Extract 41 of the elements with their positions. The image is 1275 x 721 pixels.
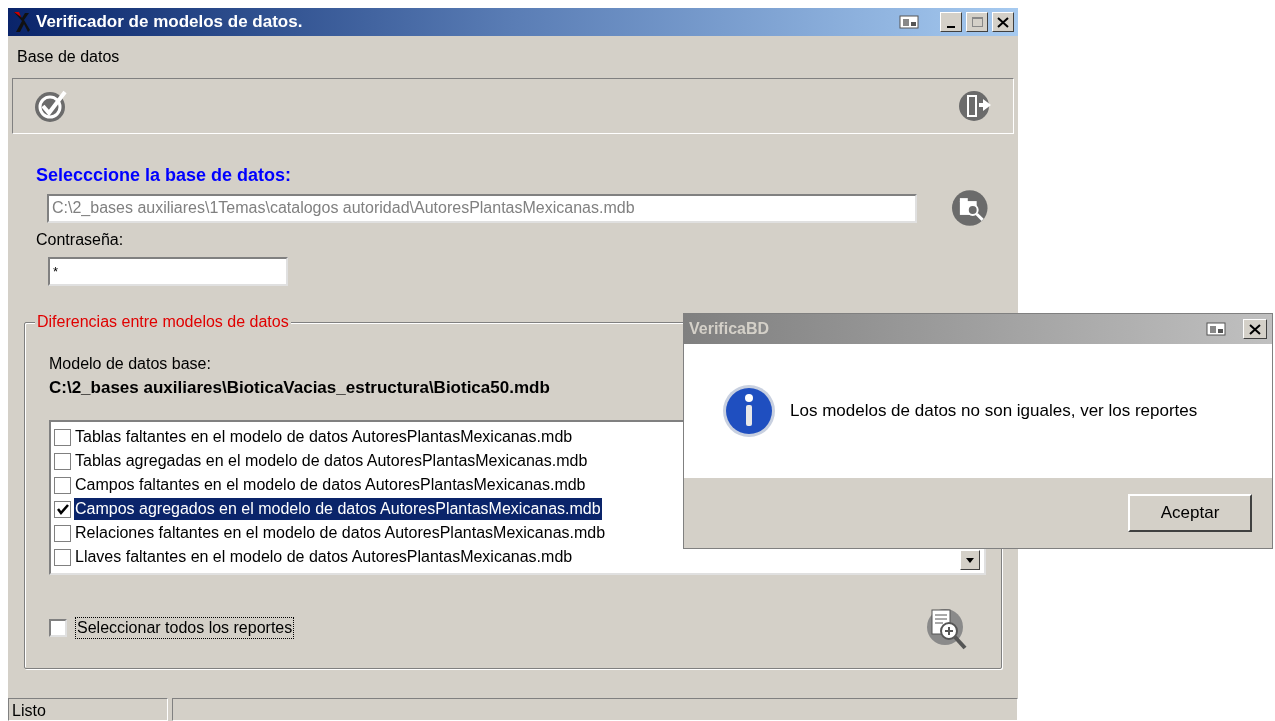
- status-text: Listo: [8, 698, 168, 721]
- app-icon: [12, 11, 32, 33]
- maximize-button[interactable]: [966, 12, 988, 32]
- report-item[interactable]: Relaciones faltantes en el modelo de datos AutoresPlantasMexicanas.mdb: [74, 522, 607, 544]
- report-checkbox[interactable]: [54, 428, 71, 446]
- database-path-field[interactable]: C:\2_bases auxiliares\1Temas\catalogos autoridad\AutoresPlantasMexicanas.mdb: [47, 193, 918, 223]
- report-checkbox[interactable]: [54, 452, 71, 470]
- report-item[interactable]: Llaves faltantes en el modelo de datos AutoresPlantasMexicanas.mdb: [74, 546, 574, 568]
- password-label: Contraseña:: [36, 230, 125, 250]
- dialog-message: Los modelos de datos no son iguales, ver los reportes: [790, 400, 1198, 423]
- exit-door-icon[interactable]: [957, 88, 993, 124]
- base-model-path: C:\2_bases auxiliares\BioticaVacias_estructura\Biotica50.mdb: [49, 377, 551, 399]
- verify-check-icon[interactable]: [33, 88, 69, 124]
- accept-button[interactable]: Aceptar: [1128, 494, 1252, 532]
- menu-item[interactable]: Base de datos: [17, 45, 120, 69]
- close-button[interactable]: [1243, 319, 1267, 339]
- base-model-label: Modelo de datos base:: [49, 354, 212, 374]
- report-checkbox[interactable]: [54, 500, 71, 518]
- close-icon: [997, 16, 1009, 28]
- browse-search-icon[interactable]: [950, 188, 990, 228]
- dialog-title: VerificaBD: [689, 319, 771, 339]
- report-checkbox[interactable]: [54, 476, 71, 494]
- report-checkbox[interactable]: [54, 548, 71, 566]
- select-all-label[interactable]: Seleccionar todos los reportes: [75, 617, 295, 639]
- caret-icon: [966, 557, 974, 563]
- info-icon: [722, 384, 776, 438]
- restore-layout-button[interactable]: [1203, 319, 1229, 339]
- report-checkbox[interactable]: [54, 524, 71, 542]
- password-field[interactable]: *: [48, 257, 288, 286]
- restore-layout-button[interactable]: [896, 12, 922, 32]
- select-all-checkbox[interactable]: [49, 619, 67, 637]
- database-label: Selecccione la base de datos:: [36, 164, 293, 186]
- minimize-button[interactable]: [940, 12, 962, 32]
- report-item[interactable]: Campos faltantes en el modelo de datos AutoresPlantasMexicanas.mdb: [74, 474, 587, 496]
- close-button[interactable]: [992, 12, 1014, 32]
- report-item[interactable]: Tablas agregadas en el modelo de datos AutoresPlantasMexicanas.mdb: [74, 450, 589, 472]
- window-title: Verificador de modelos de datos.: [36, 11, 304, 34]
- report-item[interactable]: Campos agregados en el modelo de datos AutoresPlantasMexicanas.mdb: [74, 498, 602, 520]
- report-item[interactable]: Tablas faltantes en el modelo de datos AutoresPlantasMexicanas.mdb: [74, 426, 574, 448]
- close-icon: [1249, 323, 1261, 335]
- scroll-down-button[interactable]: [960, 550, 980, 570]
